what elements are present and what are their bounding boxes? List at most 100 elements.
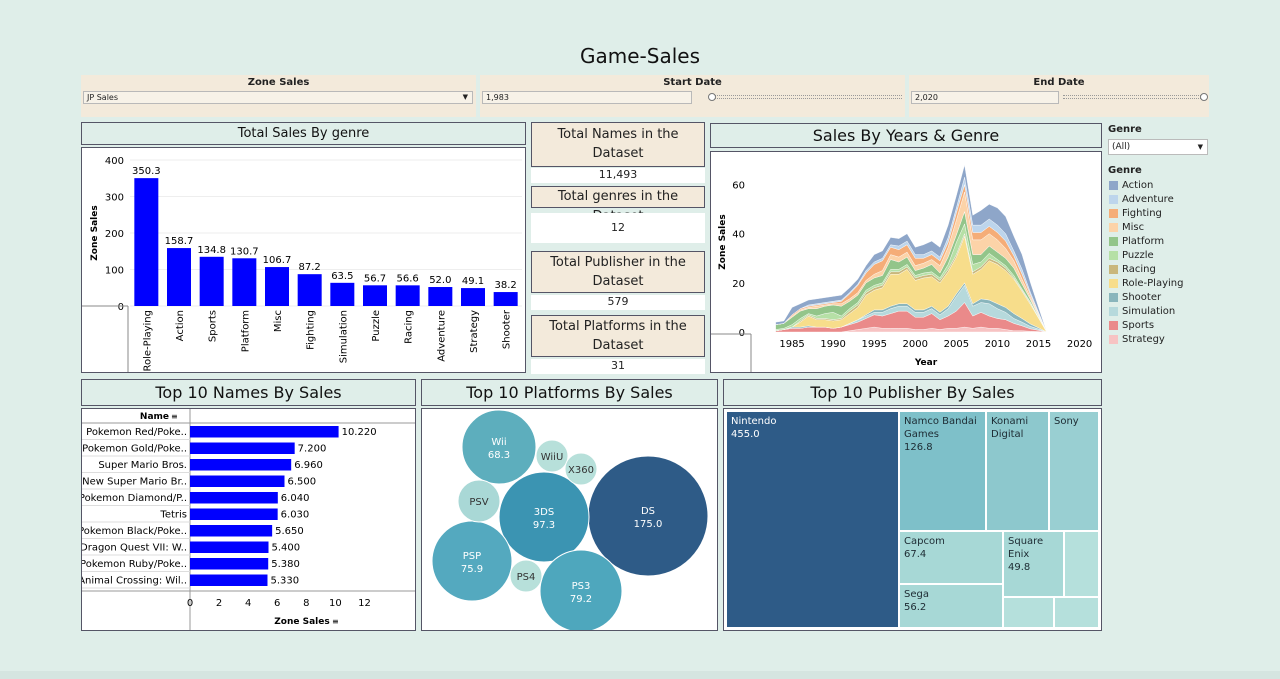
x-axis-label: Year [914, 358, 938, 368]
legend-label: Racing [1122, 263, 1156, 275]
name-bar-value: 5.380 [271, 559, 300, 570]
name-bar [190, 541, 269, 553]
tile-namco-bandai-games[interactable]: Namco Bandai Games 126.8 [899, 411, 986, 531]
chevron-down-icon: ▼ [462, 93, 468, 101]
legend-label: Simulation [1122, 305, 1176, 317]
start-date-slider[interactable] [712, 95, 902, 99]
legend-label: Platform [1122, 235, 1165, 247]
legend-swatch [1109, 222, 1118, 232]
tile-konami-digital[interactable]: Konami Digital [986, 411, 1049, 531]
bar-value-label: 56.7 [364, 273, 386, 284]
bar-simulation [330, 282, 355, 306]
tile-label: Capcom [904, 536, 945, 547]
legend-item-misc[interactable]: Misc [1109, 220, 1219, 234]
end-date-slider-handle[interactable] [1200, 93, 1208, 101]
top-names-panel: Name ≡ Pokemon Red/Poke.. 10.220 Pokemon Gol… [78, 408, 416, 631]
bar-value-label: 38.2 [495, 280, 517, 291]
legend-item-puzzle[interactable]: Puzzle [1109, 248, 1219, 262]
x-tick-label: Strategy [469, 310, 480, 353]
x-tick-label: 1990 [820, 339, 845, 350]
tile-value: 455.0 [731, 429, 760, 440]
legend-item-adventure[interactable]: Adventure [1109, 192, 1219, 206]
tile-square-enix[interactable]: Square Enix 49.8 [1003, 531, 1064, 597]
name-bar-value: 6.960 [294, 460, 323, 471]
start-date-input[interactable]: 1,983 [482, 91, 692, 104]
legend-item-fighting[interactable]: Fighting [1109, 206, 1219, 220]
top-names-title: Top 10 Names By Sales [81, 379, 416, 406]
bar-fighting [297, 274, 322, 306]
start-date-label: Start Date [663, 77, 722, 88]
kpi-names-label: Total Names in the Dataset [531, 122, 705, 167]
y-tick-label: 200 [105, 229, 124, 240]
legend-item-role-playing[interactable]: Role-Playing [1109, 276, 1219, 290]
legend-swatch [1109, 320, 1118, 330]
legend-label: Fighting [1122, 207, 1162, 219]
y-tick-label: 300 [105, 193, 124, 204]
genre-filter-label: Genre [1108, 124, 1142, 135]
legend-swatch [1109, 264, 1118, 274]
y-tick-label: 20 [732, 279, 745, 290]
kpi-genres-label: Total genres in the Dataset [531, 186, 705, 224]
kpi-platforms-value: 31 [531, 359, 705, 374]
bubble-label: 3DS [534, 507, 554, 518]
y-tick-label: 100 [105, 266, 124, 277]
tile-sony[interactable]: Sony [1049, 411, 1099, 531]
name-row-label: Pokemon Black/Poke.. [82, 526, 187, 537]
tile-value: 56.2 [904, 602, 927, 613]
legend-label: Strategy [1122, 333, 1165, 345]
tile-unlabeled[interactable] [1064, 531, 1099, 597]
legend-item-simulation[interactable]: Simulation [1109, 304, 1219, 318]
x-tick-label: 0 [187, 598, 193, 609]
name-bar [190, 426, 339, 438]
bubble-value: 175.0 [634, 519, 663, 530]
bubble-label: WiiU [541, 452, 564, 463]
legend-item-racing[interactable]: Racing [1109, 262, 1219, 276]
x-axis-label: Zone Sales [274, 617, 329, 627]
tile-capcom[interactable]: Capcom 67.4 [899, 531, 1003, 584]
end-date-slider[interactable] [1063, 95, 1203, 99]
legend-item-action[interactable]: Action [1109, 178, 1219, 192]
sort-icon: ≡ [332, 617, 339, 626]
name-row-label: Pokemon Diamond/P.. [82, 493, 187, 504]
legend-item-strategy[interactable]: Strategy [1109, 332, 1219, 346]
genre-sales-title: Total Sales By genre [81, 122, 526, 145]
legend-item-sports[interactable]: Sports [1109, 318, 1219, 332]
end-date-input[interactable]: 2,020 [911, 91, 1059, 104]
legend-swatch [1109, 334, 1118, 344]
area-chart-panel: 020406019851990199520002005201020152020Y… [710, 151, 1102, 373]
name-bar-value: 6.500 [288, 477, 317, 488]
zone-sales-value: JP Sales [87, 93, 119, 102]
name-column-header: Name [140, 412, 169, 422]
tile-nintendo[interactable]: Nintendo 455.0 [726, 411, 899, 628]
start-date-value: 1,983 [486, 93, 509, 102]
legend-swatch [1109, 250, 1118, 260]
genre-legend-title: Genre [1108, 165, 1142, 176]
genre-filter-select[interactable]: (All) ▼ [1108, 139, 1208, 155]
genre-legend: Action Adventure Fighting Misc Platform Puzzl… [1109, 178, 1219, 346]
bar-value-label: 52.0 [429, 275, 451, 286]
kpi-genres-value: 12 [531, 213, 705, 243]
bar-sports [199, 256, 224, 306]
name-bar [190, 508, 278, 520]
tile-unlabeled[interactable] [1003, 597, 1054, 628]
legend-item-platform[interactable]: Platform [1109, 234, 1219, 248]
legend-item-shooter[interactable]: Shooter [1109, 290, 1219, 304]
tile-sega[interactable]: Sega 56.2 [899, 584, 1003, 628]
bubble-value: 68.3 [488, 450, 510, 461]
tile-value: 49.8 [1008, 562, 1031, 573]
y-tick-label: 400 [105, 156, 124, 167]
start-date-slider-handle[interactable] [708, 93, 716, 101]
top-platforms-title: Top 10 Platforms By Sales [421, 379, 718, 406]
x-tick-label: 1995 [861, 339, 886, 350]
tile-unlabeled[interactable] [1054, 597, 1099, 628]
legend-label: Shooter [1122, 291, 1162, 303]
x-tick-label: Adventure [436, 310, 447, 362]
name-bar [190, 475, 285, 487]
bubble-label: DS [641, 506, 655, 517]
x-tick-label: Puzzle [371, 310, 382, 342]
zone-sales-select[interactable]: JP Sales ▼ [83, 91, 473, 104]
y-tick-label: 40 [732, 230, 745, 241]
kpi-publisher-label: Total Publisher in the Dataset [531, 251, 705, 293]
bubble-value: 75.9 [461, 564, 483, 575]
x-tick-label: Fighting [306, 310, 317, 350]
